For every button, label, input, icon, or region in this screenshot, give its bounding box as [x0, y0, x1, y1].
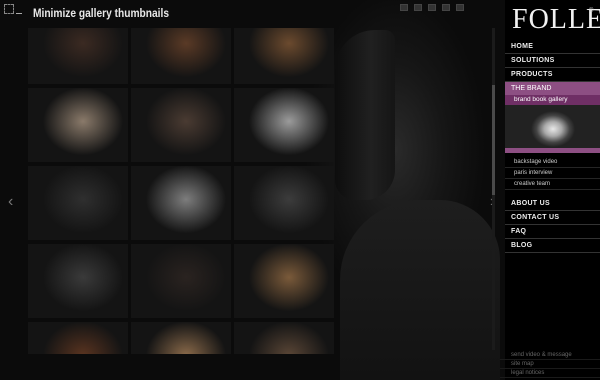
scrollbar-thumb[interactable]: [492, 85, 495, 195]
gallery-thumbnail[interactable]: [131, 322, 231, 354]
control-icon[interactable]: [400, 4, 408, 11]
nav-item-the-brand[interactable]: THE BRAND: [505, 82, 600, 95]
media-controls: [400, 4, 464, 11]
thumbnail-photo: [234, 88, 334, 162]
gallery-thumbnail[interactable]: [234, 322, 334, 354]
thumbnail-photo: [131, 88, 231, 162]
thumbnail-photo: [234, 166, 334, 240]
gallery-thumbnail[interactable]: [28, 322, 128, 354]
thumbnail-grid: [28, 28, 334, 354]
nav-subitem-brand-book-gallery[interactable]: brand book gallery: [505, 95, 600, 105]
nav-item-products[interactable]: PRODUCTS: [505, 68, 600, 82]
control-icon[interactable]: [414, 4, 422, 11]
thumbnail-photo: [131, 166, 231, 240]
gallery-thumbnail[interactable]: [234, 88, 334, 162]
nav-item-faq[interactable]: FAQ: [505, 225, 600, 239]
nav-panel: FOLLEA ® HOME SOLUTIONS PRODUCTS THE BRA…: [505, 0, 600, 380]
minimize-gallery-button[interactable]: Minimize gallery thumbnails: [33, 6, 169, 20]
top-bar: Minimize gallery thumbnails: [0, 0, 505, 28]
nav-subitem-paris-interview[interactable]: paris interview: [505, 168, 600, 179]
control-icon[interactable]: [442, 4, 450, 11]
thumbnail-photo: [28, 244, 128, 318]
registered-mark: ®: [589, 8, 594, 14]
control-icon[interactable]: [456, 4, 464, 11]
thumbnail-photo: [234, 28, 334, 84]
fullscreen-icon[interactable]: [4, 4, 14, 14]
control-icon[interactable]: [428, 4, 436, 11]
gallery-thumbnail[interactable]: [131, 244, 231, 318]
thumbnail-photo: [131, 28, 231, 84]
gallery-thumbnail[interactable]: [28, 28, 128, 84]
footer-links: send video & message site map legal noti…: [500, 351, 600, 378]
main-nav: HOME SOLUTIONS PRODUCTS THE BRAND brand …: [505, 40, 600, 253]
logo[interactable]: FOLLEA: [512, 4, 600, 36]
gallery-thumbnail[interactable]: [28, 88, 128, 162]
left-arrow-icon[interactable]: ‹: [8, 193, 13, 211]
nav-subitem-backstage-video[interactable]: backstage video: [505, 157, 600, 168]
thumbnail-photo: [28, 166, 128, 240]
thumbnail-photo: [234, 322, 334, 354]
minimize-icon[interactable]: [16, 13, 22, 14]
gallery-thumbnail[interactable]: [234, 28, 334, 84]
nav-subitem-creative-team[interactable]: creative team: [505, 179, 600, 190]
model-hair: [335, 30, 395, 200]
gallery-thumbnail[interactable]: [234, 166, 334, 240]
thumbnail-photo: [131, 322, 231, 354]
brand-preview-image: [505, 105, 600, 153]
thumbnail-photo: [131, 244, 231, 318]
gallery-thumbnail[interactable]: [28, 166, 128, 240]
footer-link-send-video[interactable]: send video & message: [500, 351, 600, 360]
gallery-thumbnail[interactable]: [131, 166, 231, 240]
nav-item-blog[interactable]: BLOG: [505, 239, 600, 253]
gallery-thumbnail[interactable]: [28, 244, 128, 318]
nav-item-contact-us[interactable]: CONTACT US: [505, 211, 600, 225]
nav-item-home[interactable]: HOME: [505, 40, 600, 54]
thumbnail-photo: [28, 322, 128, 354]
nav-item-solutions[interactable]: SOLUTIONS: [505, 54, 600, 68]
gallery-thumbnail[interactable]: [131, 28, 231, 84]
footer-link-legal[interactable]: legal notices: [500, 369, 600, 378]
nav-item-about-us[interactable]: ABOUT US: [505, 197, 600, 211]
brand-sub-list: backstage video paris interview creative…: [505, 157, 600, 190]
model-shoulder: [340, 200, 500, 380]
thumbnail-photo: [234, 244, 334, 318]
gallery-thumbnail[interactable]: [234, 244, 334, 318]
thumbnail-photo: [28, 28, 128, 84]
thumbnail-photo: [28, 88, 128, 162]
gallery-thumbnail[interactable]: [131, 88, 231, 162]
footer-link-site-map[interactable]: site map: [500, 360, 600, 369]
